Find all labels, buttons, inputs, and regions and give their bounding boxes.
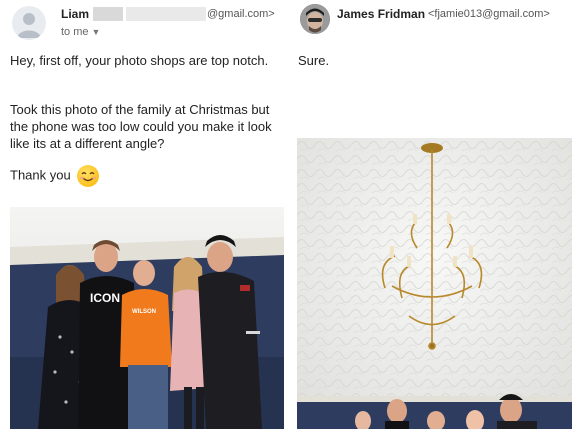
reply-email: James Fridman <fjamie013@gmail.com> Sure…	[296, 0, 582, 431]
sender-avatar[interactable]	[300, 4, 330, 34]
message-paragraph-1: Hey, first off, your photo shops are top…	[10, 53, 269, 68]
family-photo[interactable]: ICON WILSON	[10, 207, 284, 429]
sender-email-suffix: @gmail.com>	[207, 8, 275, 20]
default-avatar-icon[interactable]	[12, 6, 46, 40]
message-paragraph-2: Took this photo of the family at Christm…	[10, 102, 272, 151]
sender-name[interactable]: James Fridman	[337, 7, 425, 21]
recipient-details[interactable]: to me ▼	[61, 26, 100, 38]
smiling-face-icon	[77, 165, 100, 187]
shirt-text-icon: ICON	[90, 291, 120, 305]
thank-you-text: Thank you	[10, 167, 71, 183]
edited-photo[interactable]	[297, 138, 572, 429]
shirt-text-wilson: WILSON	[132, 309, 156, 315]
original-email: Liam @gmail.com> to me ▼ Hey, first off, …	[0, 0, 290, 431]
recipient-label: to me	[61, 26, 89, 38]
sender-email: <fjamie013@gmail.com>	[428, 8, 550, 20]
sender-name[interactable]: Liam	[61, 7, 89, 21]
redacted-name	[93, 7, 123, 21]
reply-text: Sure.	[298, 53, 330, 68]
redacted-email	[126, 7, 206, 21]
message-signoff: Thank you	[10, 165, 100, 187]
chevron-down-icon[interactable]: ▼	[92, 27, 101, 37]
